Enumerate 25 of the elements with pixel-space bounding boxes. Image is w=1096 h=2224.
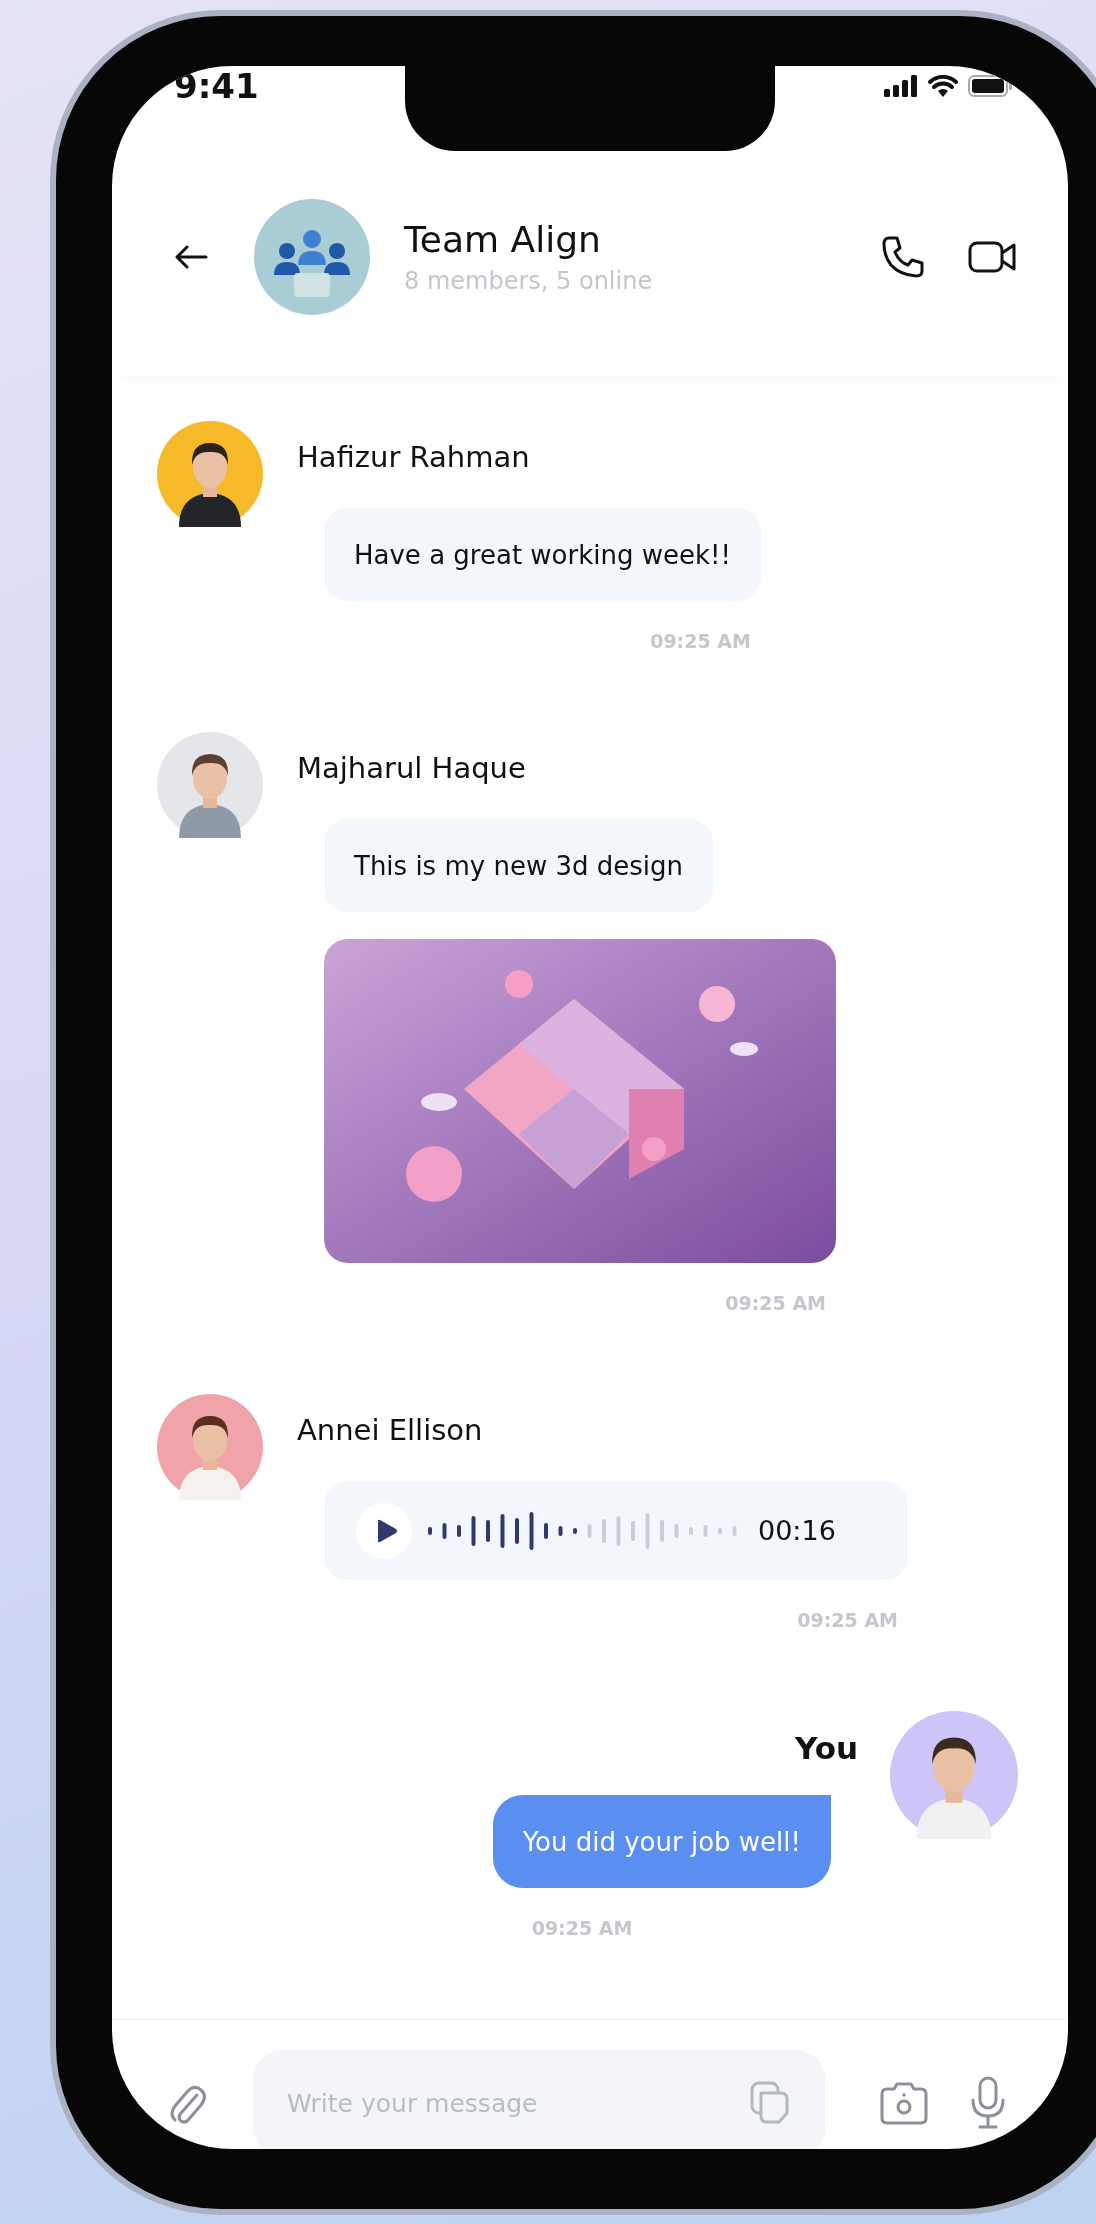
battery-icon [968,75,1012,97]
voice-duration: 00:16 [758,1515,836,1546]
chat-title: Team Align [404,218,602,262]
camera-icon[interactable] [878,2080,930,2126]
sender-name: Hafizur Rahman [297,439,530,476]
chat-subtitle: 8 members, 5 online [404,266,654,297]
sender-name: You [795,1729,858,1768]
message-time: 09:25 AM [797,1608,899,1633]
message-time: 09:25 AM [531,1916,634,1941]
video-call-icon[interactable] [968,239,1018,275]
back-arrow-icon[interactable] [174,245,208,269]
sender-name: Annei Ellison [297,1412,483,1449]
wifi-icon [928,75,958,97]
message-input[interactable]: Write your message [253,2049,826,2149]
signal-icon [884,75,918,97]
play-icon [375,1518,398,1543]
phone-call-icon[interactable] [880,234,926,280]
microphone-icon[interactable] [970,2076,1006,2130]
sender-name: Majharul Haque [297,750,526,787]
message-time: 09:25 AM [650,629,752,654]
status-time: 9:41 [174,66,259,106]
message-bubble: You did your job well! [492,1795,831,1888]
message-time: 09:25 AM [725,1291,827,1316]
message-bubble: Have a great working week!! [324,508,761,601]
message-bubble: This is my new 3d design [324,819,713,912]
